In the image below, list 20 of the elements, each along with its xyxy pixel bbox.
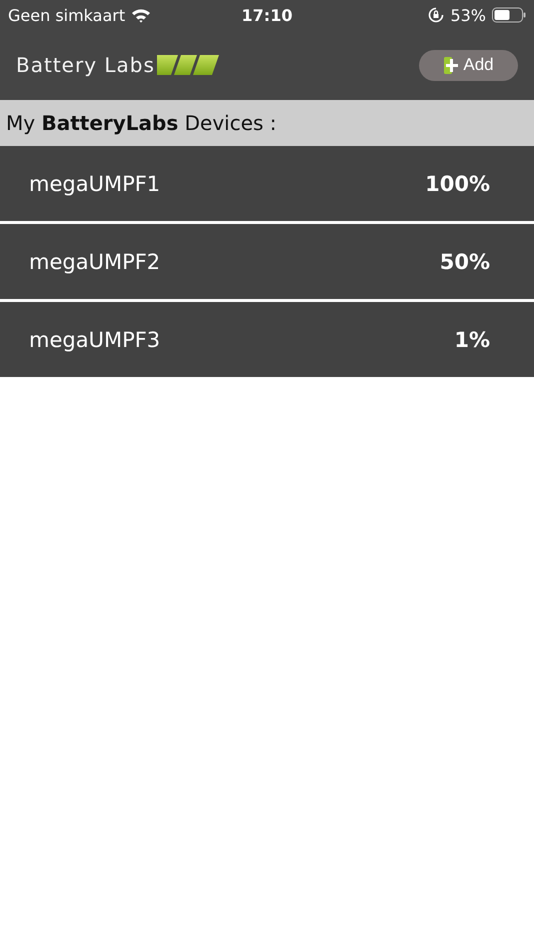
add-battery-icon: [443, 55, 460, 75]
charge-percent: 50%: [440, 250, 490, 274]
charge-percent: 1%: [454, 328, 490, 352]
add-button[interactable]: Add: [419, 50, 518, 80]
battery-percent: 53%: [450, 6, 486, 24]
logo-text: Battery Labs: [16, 53, 155, 77]
battery-icon: [492, 7, 526, 23]
device-name: megaUMPF3: [29, 328, 160, 352]
device-row[interactable]: megaUMPF2 50%: [0, 224, 534, 299]
clock-time: 17:10: [242, 6, 292, 24]
device-row[interactable]: megaUMPF3 1%: [0, 302, 534, 377]
carrier-text: Geen simkaart: [8, 6, 126, 24]
wifi-icon: [131, 8, 152, 22]
charge-percent: 100%: [425, 172, 490, 196]
rotation-lock-icon: [428, 7, 444, 23]
charge-stripes-icon: [156, 55, 219, 75]
device-name: megaUMPF1: [29, 172, 160, 196]
section-header: My BatteryLabs Devices :: [0, 100, 534, 146]
device-row[interactable]: megaUMPF1 100%: [0, 146, 534, 221]
device-name: megaUMPF2: [29, 250, 160, 274]
